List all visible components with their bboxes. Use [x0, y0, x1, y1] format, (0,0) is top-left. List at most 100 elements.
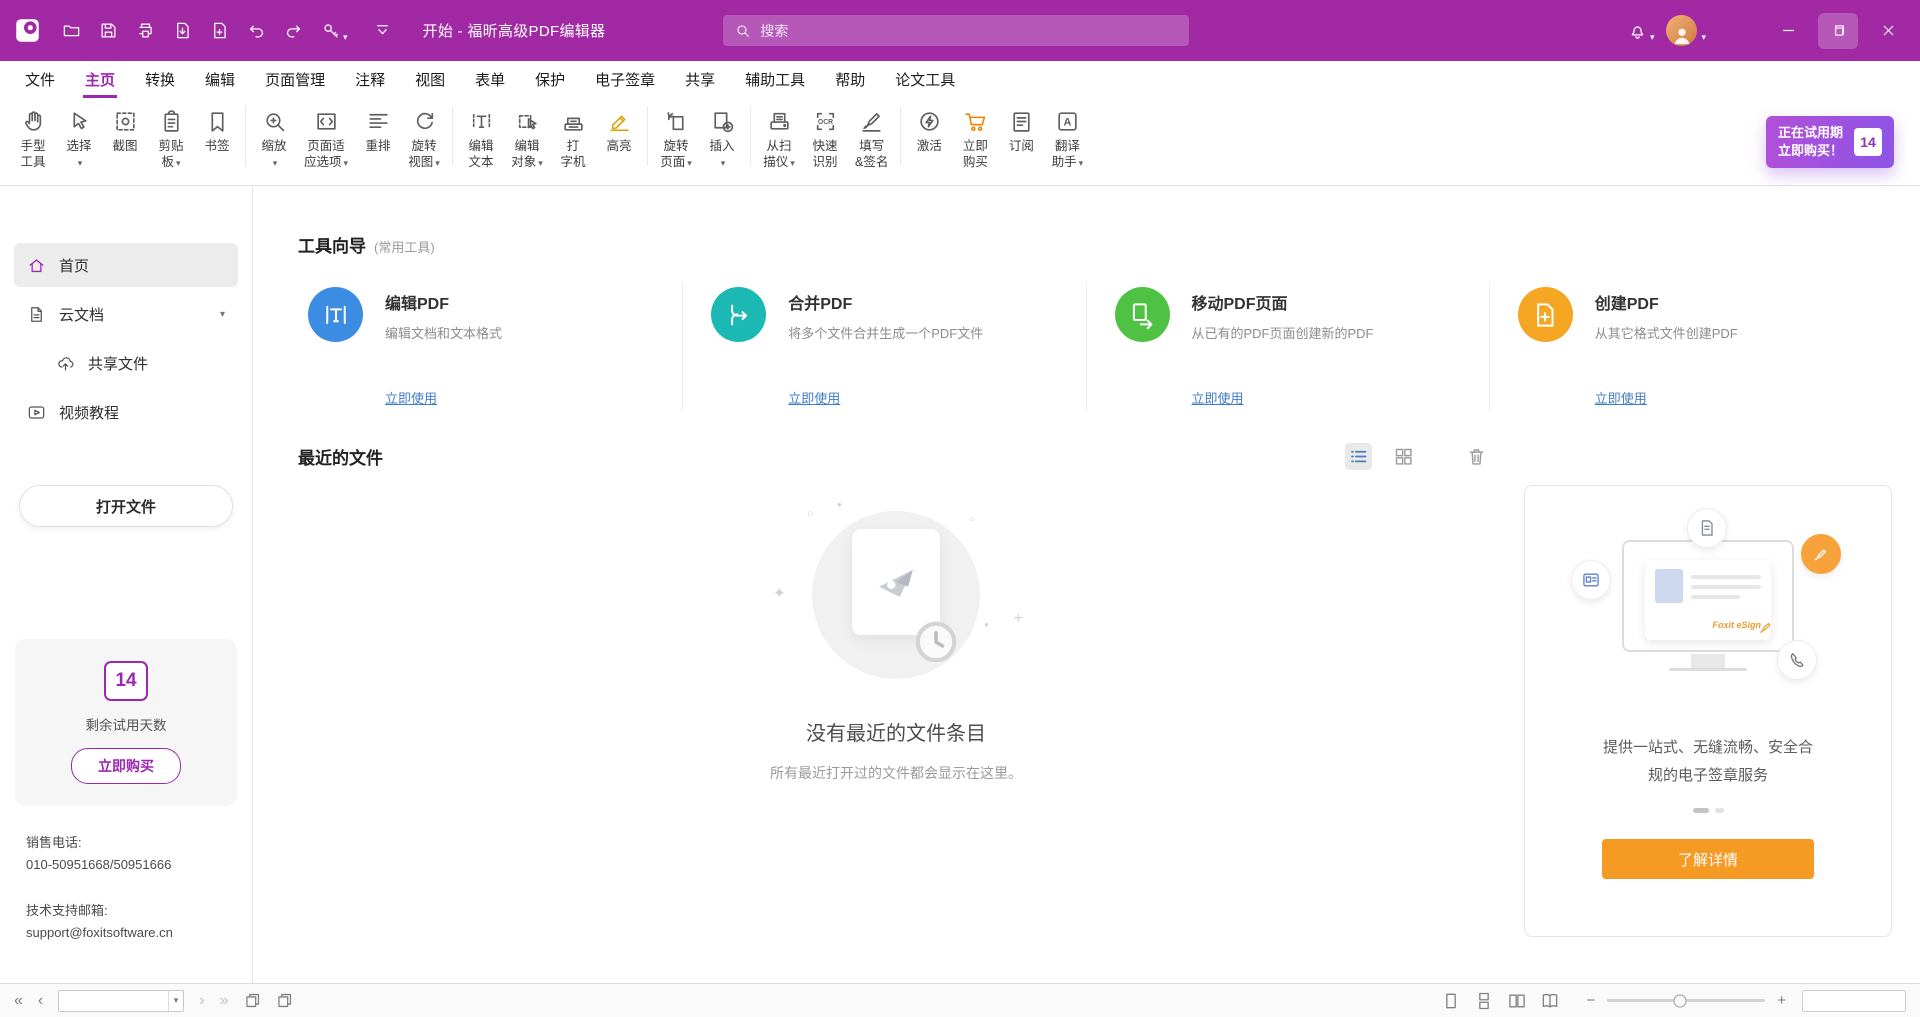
copy-pages-icon[interactable]: [275, 991, 294, 1010]
first-page-button[interactable]: «: [14, 993, 23, 1009]
window-title: 开始 - 福昕高级PDF编辑器: [423, 20, 606, 41]
ribbon-clipboard[interactable]: 剪贴板▾: [148, 106, 194, 174]
ribbon-reflow-label: 重排: [366, 138, 391, 154]
menu-tab-edit[interactable]: 编辑: [190, 61, 250, 98]
page-number-input[interactable]: [59, 994, 167, 1008]
save-button[interactable]: [90, 12, 127, 49]
tool-card-desc: 从其它格式文件创建PDF: [1595, 323, 1738, 342]
last-page-button[interactable]: »: [220, 993, 229, 1009]
use-now-link[interactable]: 立即使用: [788, 388, 983, 407]
protect-button[interactable]: [312, 12, 349, 49]
ribbon-snapshot[interactable]: 截图: [102, 106, 148, 157]
sidebar-item-cloud-docs[interactable]: 云文档▾: [14, 292, 238, 336]
chevron-down-icon: ▾: [343, 32, 348, 43]
menu-tab-form[interactable]: 表单: [460, 61, 520, 98]
ribbon-from-scanner[interactable]: 从扫描仪▾: [756, 106, 802, 174]
continuous-view-icon[interactable]: [1474, 991, 1494, 1011]
restore-button[interactable]: [1818, 13, 1858, 49]
buy-now-button[interactable]: 立即购买: [71, 748, 181, 784]
ribbon-edit-text[interactable]: 编辑文本: [458, 106, 504, 173]
ribbon-activate[interactable]: 激活: [906, 106, 952, 157]
app-window: ▾ 开始 - 福昕高级PDF编辑器 ▾ ▾ 文件主页转换编辑页面管理注释视图表单…: [0, 0, 1920, 1017]
menu-tab-share[interactable]: 共享: [670, 61, 730, 98]
menu-tab-view[interactable]: 视图: [400, 61, 460, 98]
ribbon-rotate-view[interactable]: 旋转视图▾: [401, 106, 447, 174]
prev-page-button[interactable]: ‹: [38, 993, 43, 1009]
next-page-button[interactable]: ›: [199, 993, 204, 1009]
menu-tab-file[interactable]: 文件: [10, 61, 70, 98]
ribbon-subscribe[interactable]: 订阅: [998, 106, 1044, 157]
clock-icon: [913, 619, 959, 665]
ribbon-insert[interactable]: 插入▾: [699, 106, 745, 174]
facing-view-icon[interactable]: [1507, 991, 1527, 1011]
carousel-dot[interactable]: [1715, 808, 1724, 813]
learn-more-button[interactable]: 了解详情: [1602, 839, 1814, 879]
clear-recent-trash-icon[interactable]: [1463, 443, 1490, 470]
menu-tab-page-manage[interactable]: 页面管理: [250, 61, 340, 98]
ribbon-translate-assistant-label: 翻译助手▾: [1052, 138, 1084, 171]
menu-tab-protect[interactable]: 保护: [520, 61, 580, 98]
sidebar-item-shared-files[interactable]: 共享文件: [14, 341, 238, 385]
single-page-view-icon[interactable]: [1441, 991, 1461, 1011]
redo-button[interactable]: [275, 12, 312, 49]
print-button[interactable]: [127, 12, 164, 49]
menu-tab-accessibility[interactable]: 辅助工具: [730, 61, 820, 98]
ribbon-bookmark[interactable]: 书签: [194, 106, 240, 157]
menu-tab-help[interactable]: 帮助: [820, 61, 880, 98]
open-button[interactable]: [53, 12, 90, 49]
open-file-button[interactable]: 打开文件: [19, 485, 233, 527]
zoom-value-input[interactable]: [1803, 991, 1905, 1011]
ribbon-quick-ocr[interactable]: OCR快速识别: [802, 106, 848, 173]
zoom-out-button[interactable]: −: [1582, 992, 1599, 1009]
search-input[interactable]: [760, 23, 1177, 39]
snapshot-small-icon[interactable]: [243, 991, 262, 1010]
chevron-down-icon[interactable]: ▾: [168, 991, 184, 1011]
editobject-icon: [515, 109, 540, 134]
trial-buy-badge[interactable]: 正在试用期 立即购买！ 14: [1766, 116, 1894, 168]
sidebar-item-video-tutorials[interactable]: 视频教程: [14, 390, 238, 434]
ribbon-highlight[interactable]: 高亮: [596, 106, 642, 157]
support-email-address[interactable]: support@foxitsoftware.cn: [26, 922, 252, 944]
snapshot-icon: [113, 109, 138, 134]
menu-tab-convert[interactable]: 转换: [130, 61, 190, 98]
use-now-link[interactable]: 立即使用: [1192, 388, 1374, 407]
ribbon-fill-sign[interactable]: 填写&签名: [848, 106, 895, 173]
zoom-in-button[interactable]: +: [1773, 992, 1790, 1009]
reflow-icon: [366, 109, 391, 134]
ribbon-hand-tool[interactable]: 手型工具: [10, 106, 56, 173]
carousel-dots[interactable]: [1693, 808, 1724, 813]
use-now-link[interactable]: 立即使用: [385, 388, 502, 407]
close-button[interactable]: [1864, 10, 1912, 52]
sales-phone-label: 销售电话:: [26, 832, 252, 854]
menu-tab-comment[interactable]: 注释: [340, 61, 400, 98]
export-button[interactable]: [164, 12, 201, 49]
minimize-button[interactable]: [1764, 10, 1812, 52]
notifications-button[interactable]: [1619, 12, 1656, 49]
book-view-icon[interactable]: [1540, 991, 1560, 1011]
user-avatar[interactable]: [1666, 15, 1697, 46]
list-view-icon[interactable]: [1345, 443, 1372, 470]
menu-tab-home[interactable]: 主页: [70, 61, 130, 98]
grid-view-icon[interactable]: [1390, 443, 1417, 470]
ribbon-select[interactable]: 选择▾: [56, 106, 102, 174]
create-button[interactable]: [201, 12, 238, 49]
ribbon-rotate-pages[interactable]: 旋转页面▾: [653, 106, 699, 174]
ribbon-reflow[interactable]: 重排: [355, 106, 401, 157]
ribbon-edit-object[interactable]: 编辑对象▾: [504, 106, 550, 174]
menu-tab-paper-tools[interactable]: 论文工具: [880, 61, 970, 98]
ribbon-typewriter[interactable]: 打字机: [550, 106, 596, 173]
ribbon-translate-assistant[interactable]: A翻译助手▾: [1044, 106, 1090, 174]
zoom-slider[interactable]: [1607, 999, 1765, 1002]
zoom-slider-thumb[interactable]: [1673, 994, 1686, 1007]
use-now-link[interactable]: 立即使用: [1595, 388, 1738, 407]
ribbon-zoom[interactable]: 缩放▾: [251, 106, 297, 174]
undo-button[interactable]: [238, 12, 275, 49]
document-icon: [1687, 508, 1727, 548]
ribbon-page-fit-options[interactable]: 页面适应选项▾: [297, 106, 355, 174]
collapse-ribbon-icon[interactable]: [364, 12, 401, 49]
carousel-dot-active[interactable]: [1693, 808, 1709, 813]
sidebar-item-home[interactable]: 首页: [14, 243, 238, 287]
menu-tab-esign[interactable]: 电子签章: [580, 61, 670, 98]
ribbon-buy-now[interactable]: 立即购买: [952, 106, 998, 173]
search-box[interactable]: [723, 15, 1189, 46]
